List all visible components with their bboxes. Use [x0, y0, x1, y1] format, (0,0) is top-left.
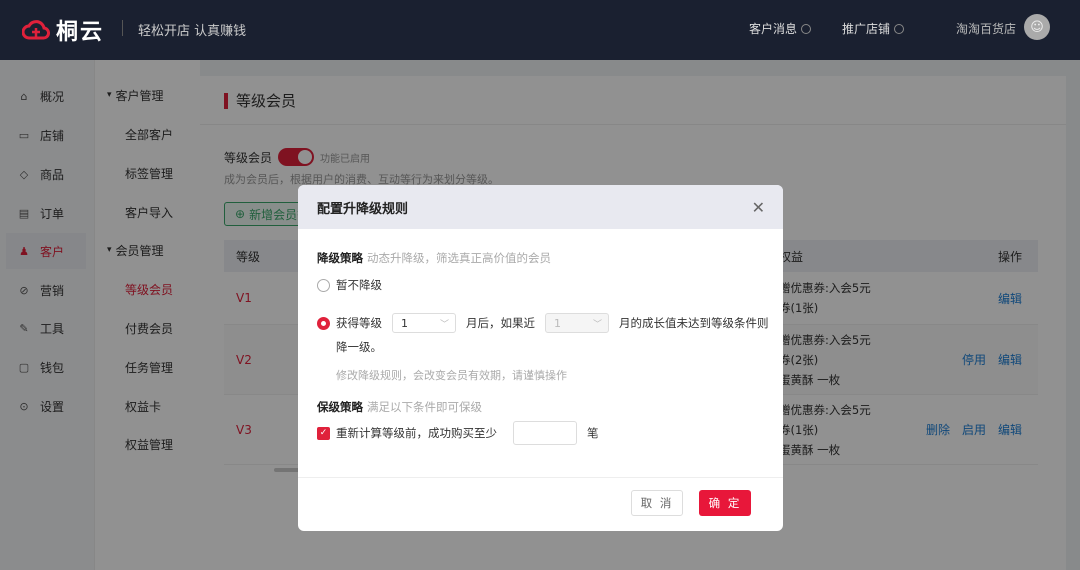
dialog-header: 配置升降级规则 ✕	[298, 185, 783, 229]
option-no-downgrade[interactable]: 暂不降级	[317, 277, 382, 293]
recent-months-select[interactable]: 1 ﹀	[545, 313, 609, 333]
keep-condition-row: ✓ 重新计算等级前，成功购买至少 笔	[317, 421, 599, 445]
avatar[interactable]: ☺	[1024, 14, 1050, 40]
warning-text: 修改降级规则，会改变会员有效期，请谨慎操作	[336, 369, 567, 382]
label-text: 保级策略	[317, 400, 363, 414]
chevron-down-icon: ﹀	[439, 319, 449, 330]
message-icon	[801, 23, 812, 34]
customer-messages-link[interactable]: 客户消息	[749, 20, 812, 37]
slogan: 轻松开店 认真赚钱	[138, 24, 247, 39]
option-label: 月后，如果近	[466, 316, 535, 330]
label-hint: 满足以下条件即可保级	[367, 400, 482, 414]
top-header: 桐云 轻松开店 认真赚钱 客户消息 推广店铺 淘淘百货店 ☺	[0, 0, 1080, 60]
select-value: 1	[401, 316, 408, 330]
chevron-down-icon: ﹀	[592, 319, 602, 330]
label-hint: 动态升降级，筛选真正高价值的会员	[367, 251, 551, 265]
unit-label: 笔	[587, 426, 599, 440]
option-label: 暂不降级	[336, 278, 382, 292]
shop-name[interactable]: 淘淘百货店	[956, 20, 1016, 37]
brand-logo[interactable]: 桐云	[22, 14, 104, 46]
promote-shop-link[interactable]: 推广店铺	[842, 20, 905, 37]
radio-downgrade-rule[interactable]	[317, 316, 330, 330]
select-value: 1	[554, 316, 561, 330]
option-label-continued: 降一级。	[336, 340, 382, 354]
label-text: 降级策略	[317, 251, 363, 265]
cloud-logo-icon	[22, 20, 50, 40]
checkbox-label: 重新计算等级前，成功购买至少	[336, 426, 497, 440]
divider	[122, 20, 123, 36]
months-after-select[interactable]: 1 ﹀	[392, 313, 456, 333]
keep-checkbox[interactable]: ✓	[317, 426, 330, 440]
dialog-title: 配置升降级规则	[317, 201, 409, 217]
user-icon: ☺	[1030, 19, 1044, 35]
link-label: 客户消息	[749, 22, 798, 36]
radio-no-downgrade[interactable]	[317, 278, 330, 292]
cancel-button[interactable]: 取 消	[631, 490, 683, 516]
min-orders-input[interactable]	[513, 421, 577, 445]
downgrade-strategy-label: 降级策略 动态升降级，筛选真正高价值的会员	[317, 250, 551, 266]
option-downgrade-rule[interactable]: 获得等级 1 ﹀ 月后，如果近 1 ﹀ 月的成长值未达到等级条件则	[317, 313, 769, 333]
close-icon[interactable]: ✕	[752, 198, 765, 217]
refresh-icon	[894, 23, 905, 34]
keep-strategy-label: 保级策略 满足以下条件即可保级	[317, 399, 482, 415]
divider	[298, 477, 783, 478]
link-label: 推广店铺	[842, 22, 891, 36]
level-rule-dialog: 配置升降级规则 ✕ 降级策略 动态升降级，筛选真正高价值的会员 暂不降级 获得等级 …	[298, 185, 783, 531]
option-label: 月的成长值未达到等级条件则	[619, 316, 769, 330]
confirm-button[interactable]: 确 定	[699, 490, 751, 516]
option-label: 获得等级	[336, 316, 382, 330]
brand-name: 桐云	[56, 20, 105, 45]
